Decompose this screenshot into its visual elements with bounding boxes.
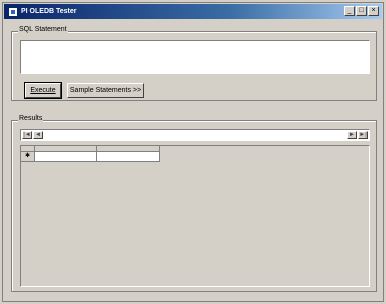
app-icon <box>8 6 18 17</box>
sql-statement-group: SQL Statement Execute Sample Statements … <box>11 26 377 101</box>
execute-button[interactable]: Execute <box>24 82 62 99</box>
title-bar[interactable]: PI OLEDB Tester _ □ × <box>4 4 382 19</box>
sql-statement-label: SQL Statement <box>18 26 68 33</box>
grid-cell[interactable] <box>35 152 97 162</box>
record-navigator: |◄ ◄ ► ►| <box>20 129 370 141</box>
sample-statements-button[interactable]: Sample Statements >> <box>67 83 144 98</box>
new-row-icon: ✱ <box>24 153 31 159</box>
window-controls: _ □ × <box>344 6 379 16</box>
results-label: Results <box>18 115 44 122</box>
first-record-button[interactable]: |◄ <box>22 131 32 139</box>
grid-new-row-indicator: ✱ <box>21 152 35 162</box>
next-record-button[interactable]: ► <box>347 131 357 139</box>
main-window: PI OLEDB Tester _ □ × SQL Statement Exec… <box>2 2 384 302</box>
results-group: Results |◄ ◄ ► ►| ✱ <box>11 115 377 292</box>
previous-record-button[interactable]: ◄ <box>33 131 43 139</box>
maximize-button[interactable]: □ <box>356 6 367 16</box>
last-record-button[interactable]: ►| <box>358 131 368 139</box>
window-title: PI OLEDB Tester <box>21 8 77 15</box>
sql-statement-input[interactable] <box>20 40 370 74</box>
sample-statements-button-label: Sample Statements >> <box>69 87 142 94</box>
minimize-button[interactable]: _ <box>344 6 355 16</box>
results-grid[interactable]: ✱ <box>20 145 370 287</box>
close-button[interactable]: × <box>368 6 379 16</box>
grid-cell[interactable] <box>97 152 160 162</box>
execute-button-label: Execute <box>30 87 56 94</box>
